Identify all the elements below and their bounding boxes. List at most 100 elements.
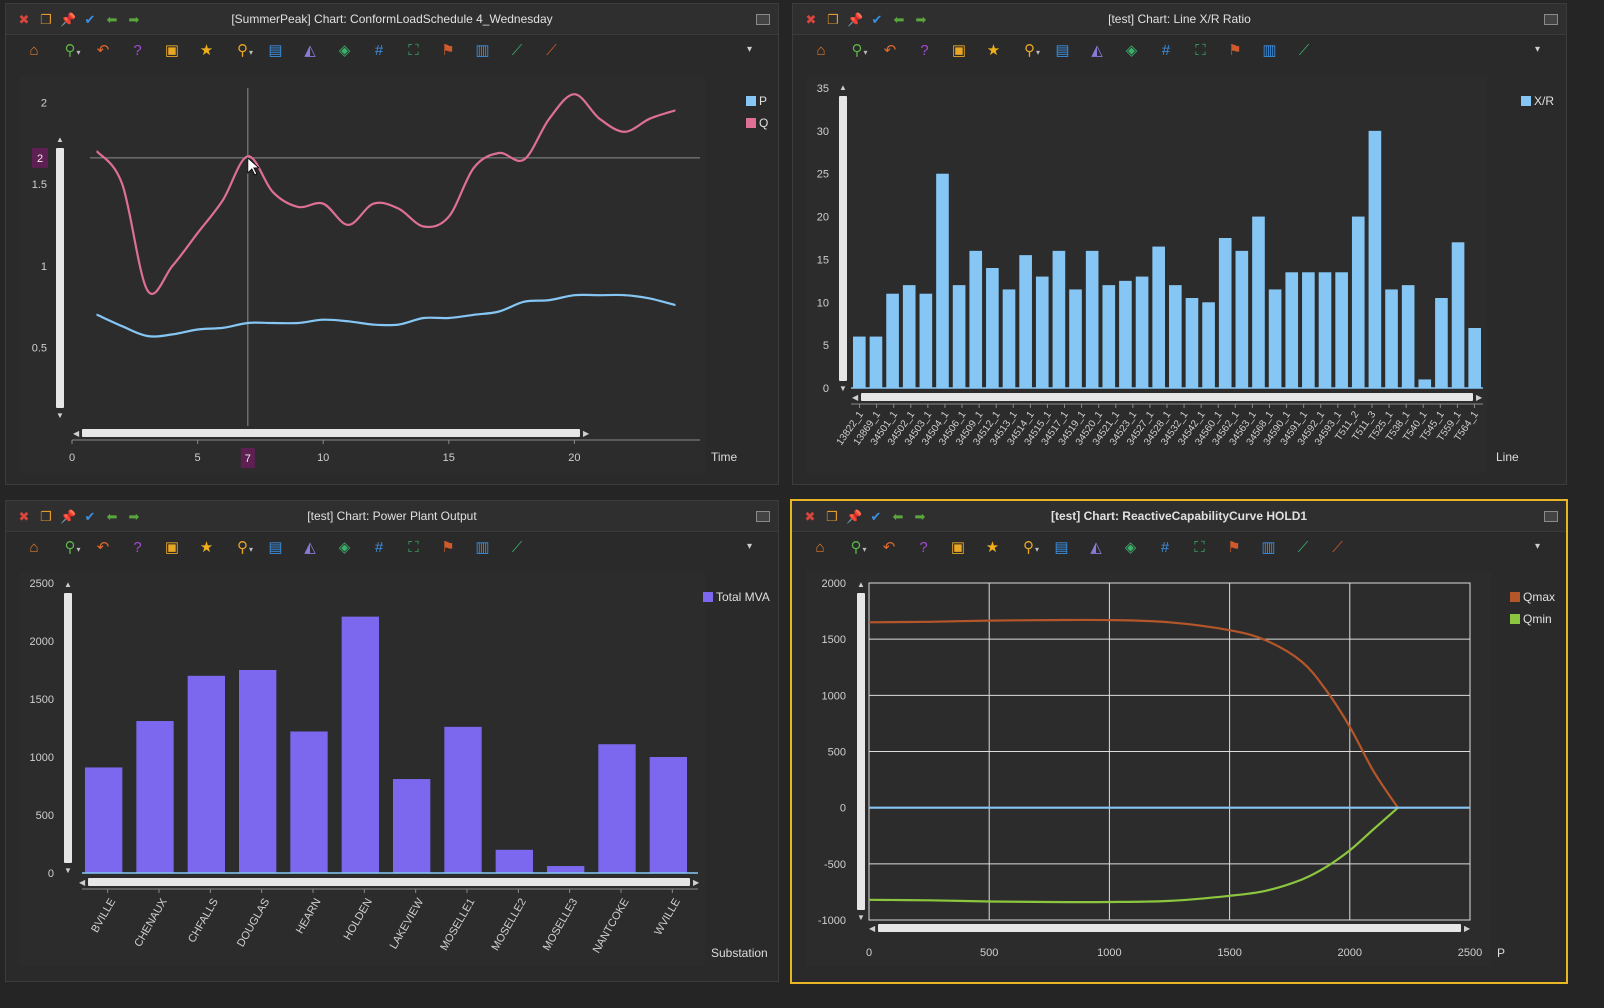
toolbar-overflow-icon[interactable]: ▾ <box>1535 541 1540 552</box>
horizontal-scrollbar[interactable] <box>82 429 580 437</box>
grid-icon[interactable]: # <box>369 538 389 558</box>
trend-chart-icon[interactable]: ⟋ <box>542 41 562 61</box>
dropdown-arrow-icon[interactable]: ▾ <box>76 545 80 554</box>
dropdown-arrow-icon[interactable]: ▾ <box>249 48 253 57</box>
zoom-icon[interactable]: ⚲▾ <box>59 538 87 558</box>
dropdown-arrow-icon[interactable]: ▾ <box>1036 48 1040 57</box>
fit-view-icon[interactable]: ⛶ <box>404 538 424 558</box>
scroll-right-icon[interactable]: ▶ <box>1464 924 1471 933</box>
toolbar-overflow-icon[interactable]: ▾ <box>747 44 752 55</box>
xr-bar-chart[interactable]: ▲▼05101520253035◀ ▶13822_113869_134501_13… <box>807 76 1487 473</box>
fit-view-icon[interactable]: ⛶ <box>404 41 424 61</box>
bar-chart-icon[interactable]: ▥ <box>1259 538 1279 558</box>
maximize-icon[interactable] <box>756 511 770 522</box>
vertical-scrollbar[interactable] <box>64 593 72 863</box>
bar-chart-icon[interactable]: ▥ <box>473 41 493 61</box>
reactive-capability-chart[interactable]: ▲ ▼ -1000 -500 0 500 1000 1500 2000 ◀ ▶ 0 500 1000 150… <box>806 571 1491 966</box>
home-icon[interactable]: ⌂ <box>24 41 44 61</box>
zoom-icon[interactable]: ⚲▾ <box>59 41 87 61</box>
tag-icon[interactable]: ◈ <box>335 41 355 61</box>
fit-view-icon[interactable]: ⛶ <box>1191 41 1211 61</box>
scroll-up-icon[interactable]: ▲ <box>64 580 72 589</box>
scroll-up-icon[interactable]: ▲ <box>857 580 865 589</box>
area-chart-icon[interactable]: ◭ <box>300 538 320 558</box>
dropdown-arrow-icon[interactable]: ▾ <box>249 545 253 554</box>
scroll-down-icon[interactable]: ▼ <box>56 411 64 420</box>
search-icon[interactable]: ⚲▾ <box>231 41 259 61</box>
line-chart-icon[interactable]: ⟋ <box>507 41 527 61</box>
legend-item[interactable]: Qmin <box>1510 612 1555 626</box>
help-icon[interactable]: ? <box>914 538 934 558</box>
star-box-icon[interactable]: ▣ <box>948 538 968 558</box>
tag-icon[interactable]: ◈ <box>1121 538 1141 558</box>
legend-item[interactable]: Q <box>746 116 768 130</box>
trend-chart-icon[interactable]: ⟋ <box>1328 538 1348 558</box>
horizontal-scrollbar[interactable] <box>88 878 690 886</box>
maximize-icon[interactable] <box>1544 14 1558 25</box>
bar-chart-icon[interactable]: ▥ <box>1260 41 1280 61</box>
scroll-down-icon[interactable]: ▼ <box>64 866 72 875</box>
legend-item[interactable]: Qmax <box>1510 590 1555 604</box>
line-chart-icon[interactable]: ⟋ <box>1294 41 1314 61</box>
load-chart[interactable]: ▲ ▼ 0.5 1 1.5 2 ◀ ▶ 0 5 10 15 20 7 2 <box>20 76 705 473</box>
scroll-up-icon[interactable]: ▲ <box>56 135 64 144</box>
scroll-down-icon[interactable]: ▼ <box>857 913 865 922</box>
data-table-icon[interactable]: ▤ <box>1052 538 1072 558</box>
data-table-icon[interactable]: ▤ <box>266 538 286 558</box>
line-chart-icon[interactable]: ⟋ <box>1293 538 1313 558</box>
help-icon[interactable]: ? <box>128 538 148 558</box>
zoom-icon[interactable]: ⚲▾ <box>846 41 874 61</box>
dropdown-arrow-icon[interactable]: ▾ <box>1035 545 1039 554</box>
scroll-left-icon[interactable]: ◀ <box>852 393 859 402</box>
undo-icon[interactable]: ↶ <box>879 538 899 558</box>
plant-bar-chart[interactable]: ▲ ▼ 0 500 1000 1500 2000 2500 ◀ ▶ BVILLE CHENAUX CHF… <box>20 571 705 966</box>
dropdown-arrow-icon[interactable]: ▾ <box>862 545 866 554</box>
star-box-icon[interactable]: ▣ <box>949 41 969 61</box>
vertical-scrollbar[interactable] <box>839 96 847 381</box>
home-icon[interactable]: ⌂ <box>24 538 44 558</box>
vertical-scrollbar[interactable] <box>56 148 64 408</box>
favorite-star-icon[interactable]: ★ <box>197 41 217 61</box>
maximize-icon[interactable] <box>1544 511 1558 522</box>
area-chart-icon[interactable]: ◭ <box>1086 538 1106 558</box>
scroll-right-icon[interactable]: ▶ <box>693 878 700 887</box>
scroll-down-icon[interactable]: ▼ <box>839 384 847 393</box>
undo-icon[interactable]: ↶ <box>880 41 900 61</box>
help-icon[interactable]: ? <box>915 41 935 61</box>
favorite-star-icon[interactable]: ★ <box>197 538 217 558</box>
toolbar-overflow-icon[interactable]: ▾ <box>1535 44 1540 55</box>
data-table-icon[interactable]: ▤ <box>1053 41 1073 61</box>
scroll-left-icon[interactable]: ◀ <box>869 924 876 933</box>
tag-icon[interactable]: ◈ <box>335 538 355 558</box>
horizontal-scrollbar[interactable] <box>878 924 1461 932</box>
search-icon[interactable]: ⚲▾ <box>1017 538 1045 558</box>
undo-icon[interactable]: ↶ <box>93 41 113 61</box>
vertical-scrollbar[interactable] <box>857 593 865 910</box>
scroll-right-icon[interactable]: ▶ <box>1476 393 1483 402</box>
scroll-left-icon[interactable]: ◀ <box>73 429 80 438</box>
maximize-icon[interactable] <box>756 14 770 25</box>
favorite-star-icon[interactable]: ★ <box>983 538 1003 558</box>
star-box-icon[interactable]: ▣ <box>162 41 182 61</box>
grid-icon[interactable]: # <box>1155 538 1175 558</box>
grid-icon[interactable]: # <box>369 41 389 61</box>
line-chart-icon[interactable]: ⟋ <box>507 538 527 558</box>
undo-icon[interactable]: ↶ <box>93 538 113 558</box>
search-icon[interactable]: ⚲▾ <box>1018 41 1046 61</box>
search-icon[interactable]: ⚲▾ <box>231 538 259 558</box>
help-icon[interactable]: ? <box>128 41 148 61</box>
legend-item[interactable]: X/R <box>1521 94 1554 108</box>
fit-view-icon[interactable]: ⛶ <box>1190 538 1210 558</box>
bar-chart-icon[interactable]: ▥ <box>473 538 493 558</box>
marker-pin-icon[interactable]: ⚑ <box>1225 41 1245 61</box>
home-icon[interactable]: ⌂ <box>810 538 830 558</box>
dropdown-arrow-icon[interactable]: ▾ <box>863 48 867 57</box>
zoom-icon[interactable]: ⚲▾ <box>845 538 873 558</box>
horizontal-scrollbar[interactable] <box>861 393 1473 401</box>
area-chart-icon[interactable]: ◭ <box>300 41 320 61</box>
favorite-star-icon[interactable]: ★ <box>984 41 1004 61</box>
tag-icon[interactable]: ◈ <box>1122 41 1142 61</box>
data-table-icon[interactable]: ▤ <box>266 41 286 61</box>
grid-icon[interactable]: # <box>1156 41 1176 61</box>
area-chart-icon[interactable]: ◭ <box>1087 41 1107 61</box>
